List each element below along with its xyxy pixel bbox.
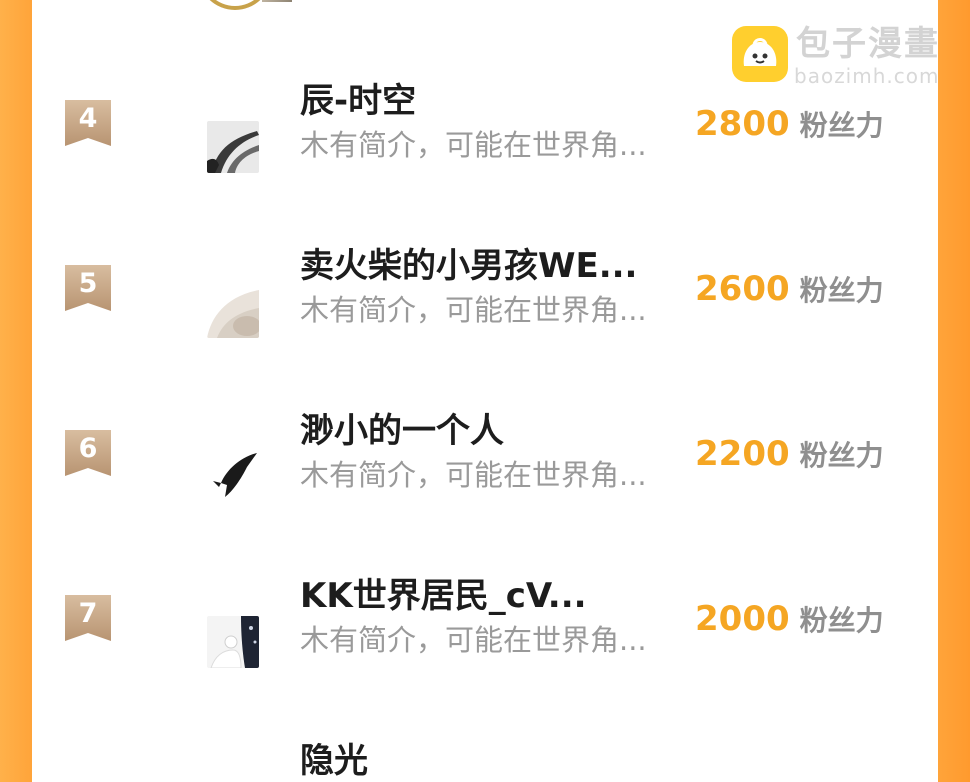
fan-power-score: 2000 粉丝力 — [695, 597, 884, 647]
fan-power-score: 2800 粉丝力 — [695, 102, 884, 152]
user-name[interactable]: 渺小的一个人 — [300, 410, 504, 452]
ranking-row[interactable]: 6 渺小的一个人 木有简介，可能在世界角... 2200 粉丝力 — [32, 410, 938, 530]
rank-badge: 5 — [65, 265, 111, 311]
pale-blur-avatar-icon — [207, 286, 259, 338]
fan-power-unit: 粉丝力 — [799, 109, 884, 142]
user-description: 木有简介，可能在世界角... — [300, 128, 647, 162]
rank-number: 7 — [78, 598, 98, 629]
rank-number: 6 — [78, 433, 98, 464]
next-entry-name-partial[interactable]: 隐光 — [300, 740, 368, 782]
fan-power-value: 2000 — [695, 599, 790, 639]
fan-power-unit: 粉丝力 — [799, 439, 884, 472]
ink-sketch-avatar-icon — [207, 121, 259, 173]
fan-power-value: 2800 — [695, 104, 790, 144]
ranking-row[interactable]: 7 KK世界居民_cV... 木有简介，可能在世界角... 2000 粉丝力 — [32, 575, 938, 695]
previous-entry-avatar[interactable] — [192, 0, 292, 14]
rank-badge: 6 — [65, 430, 111, 476]
fan-power-unit: 粉丝力 — [799, 274, 884, 307]
user-avatar[interactable] — [207, 286, 259, 338]
user-description: 木有简介，可能在世界角... — [300, 458, 647, 492]
watermark-title: 包子漫畫 — [796, 24, 940, 64]
gold-ring-frame — [198, 0, 272, 10]
user-description: 木有简介，可能在世界角... — [300, 623, 647, 657]
night-figure-avatar-icon — [207, 616, 259, 668]
site-watermark: 包子漫畫 baozimh.com — [732, 24, 962, 90]
black-fish-avatar-icon — [207, 451, 259, 503]
avatar-image-fragment — [262, 0, 292, 2]
user-avatar[interactable] — [207, 616, 259, 668]
fan-power-unit: 粉丝力 — [799, 604, 884, 637]
rank-badge: 4 — [65, 100, 111, 146]
user-name[interactable]: KK世界居民_cV... — [300, 575, 587, 617]
fan-power-score: 2600 粉丝力 — [695, 267, 884, 317]
ranking-row[interactable]: 4 辰-时空 木有简介，可能在世界角... 2800 粉丝力 — [32, 80, 938, 200]
watermark-url: baozimh.com — [794, 64, 940, 88]
user-avatar[interactable] — [207, 451, 259, 503]
bun-mascot-icon — [732, 26, 788, 82]
ranking-panel: 4 辰-时空 木有简介，可能在世界角... 2800 粉丝力 5 卖火柴的小男孩… — [32, 0, 938, 781]
ranking-row[interactable]: 5 卖火柴的小男孩WE... 木有简介，可能在世界角... 2600 粉丝力 — [32, 245, 938, 365]
fan-power-value: 2600 — [695, 269, 790, 309]
fan-power-value: 2200 — [695, 434, 790, 474]
user-name[interactable]: 卖火柴的小男孩WE... — [300, 245, 637, 287]
fan-power-score: 2200 粉丝力 — [695, 432, 884, 482]
user-avatar[interactable] — [207, 121, 259, 173]
user-description: 木有简介，可能在世界角... — [300, 293, 647, 327]
rank-badge: 7 — [65, 595, 111, 641]
rank-number: 5 — [78, 268, 98, 299]
user-name[interactable]: 辰-时空 — [300, 80, 416, 122]
rank-number: 4 — [78, 103, 98, 134]
